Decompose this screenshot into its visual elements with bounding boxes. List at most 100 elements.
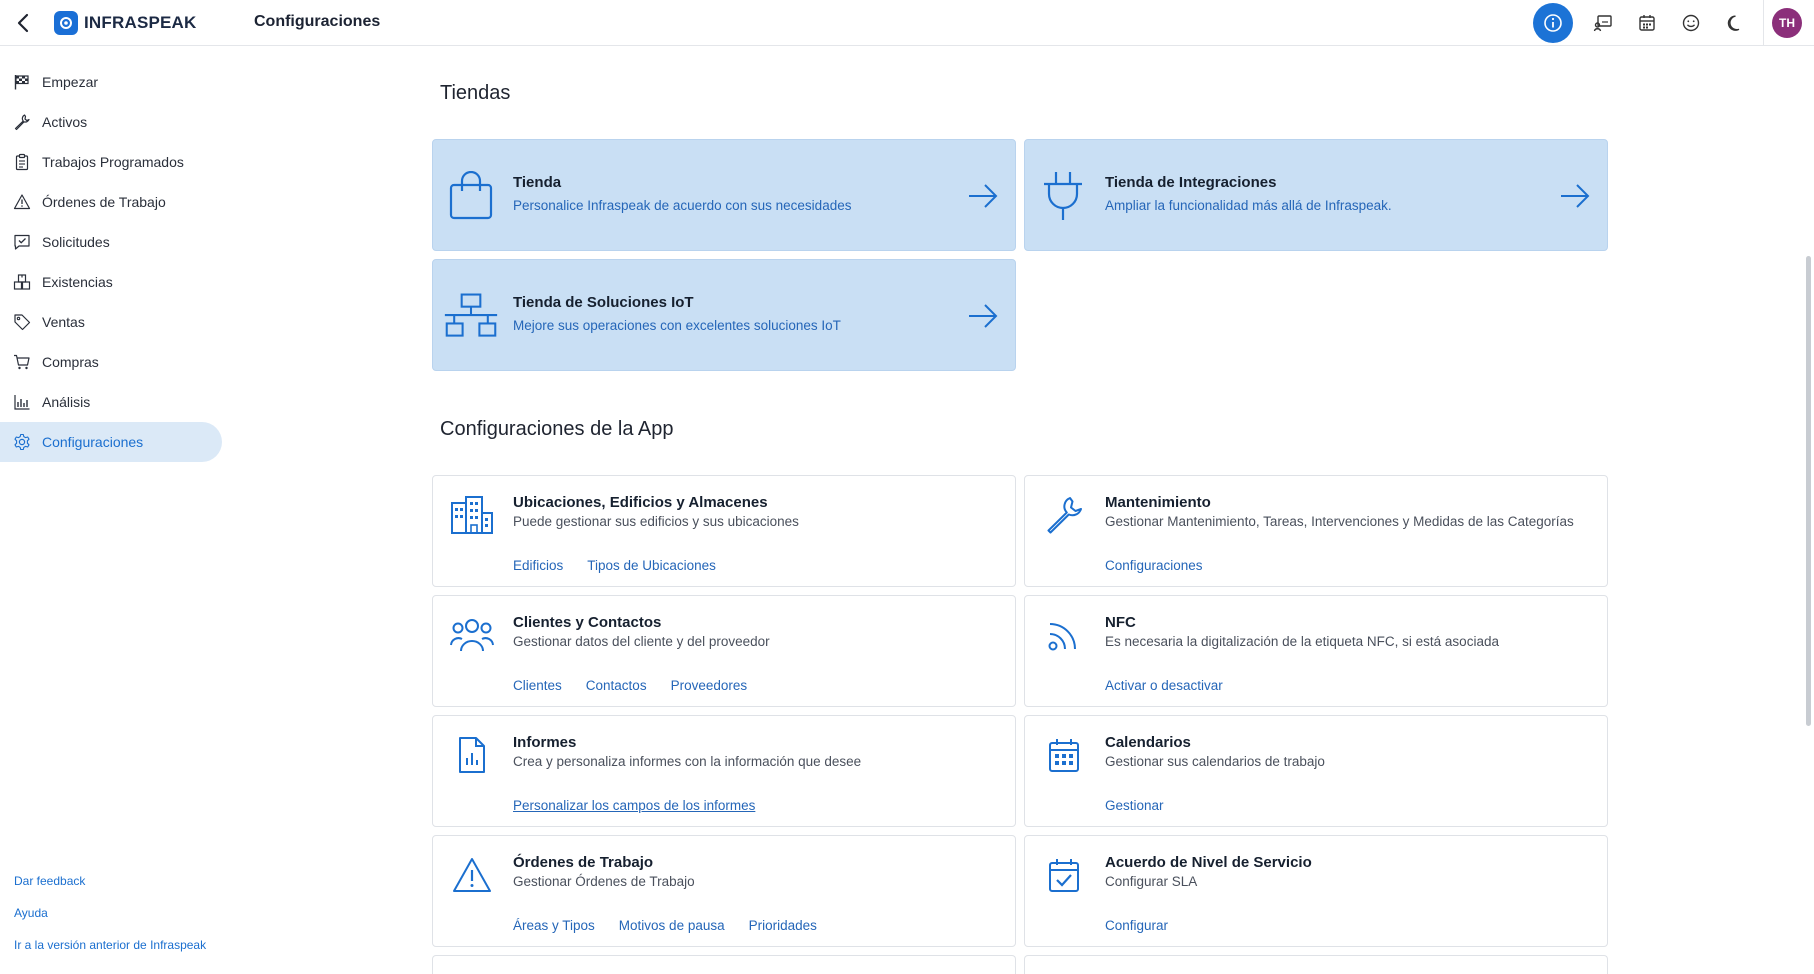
back-arrow-icon[interactable] <box>12 11 36 35</box>
link-tipos-de-ubicaciones[interactable]: Tipos de Ubicaciones <box>587 558 716 573</box>
sidebar-item-analisis[interactable]: Análisis <box>0 382 222 422</box>
settings-card-clients: Clientes y Contactos Gestionar datos del… <box>432 595 1016 707</box>
settings-card-work-orders: Órdenes de Trabajo Gestionar Órdenes de … <box>432 835 1016 947</box>
settings-card-desc: Gestionar sus calendarios de trabajo <box>1105 754 1325 769</box>
app-settings-section-title: Configuraciones de la App <box>440 418 674 440</box>
top-bar: INFRASPEAK Configuraciones TH <box>0 0 1814 46</box>
stores-section-title: Tiendas <box>440 82 511 104</box>
sidebar-item-activos[interactable]: Activos <box>0 102 222 142</box>
sidebar-item-label: Trabajos Programados <box>42 154 184 170</box>
arrow-right-icon <box>967 180 999 212</box>
sidebar-item-ventas[interactable]: Ventas <box>0 302 222 342</box>
settings-card-title: Mantenimiento <box>1105 494 1211 511</box>
sidebar-item-label: Existencias <box>42 274 113 290</box>
settings-card-desc: Gestionar datos del cliente y del provee… <box>513 634 770 649</box>
infraspeak-logo-icon <box>54 11 78 35</box>
buildings-icon <box>449 492 495 538</box>
link-personalizar-campos-informes[interactable]: Personalizar los campos de los informes <box>513 798 755 813</box>
link-contactos[interactable]: Contactos <box>586 678 647 693</box>
link-configuraciones[interactable]: Configuraciones <box>1105 558 1203 573</box>
settings-card-desc: Es necesaria la digitalización de la eti… <box>1105 634 1499 649</box>
calendar-check-icon <box>1041 852 1087 898</box>
sidebar-item-label: Activos <box>42 114 88 130</box>
wrench-icon <box>12 112 32 132</box>
store-card-title: Tienda de Soluciones IoT <box>513 294 694 311</box>
logo[interactable]: INFRASPEAK <box>54 10 197 36</box>
store-card-desc: Mejore sus operaciones con excelentes so… <box>513 318 841 333</box>
help-link[interactable]: Ayuda <box>14 906 48 920</box>
sidebar-item-empezar[interactable]: Empezar <box>0 62 222 102</box>
whiteboard-icon[interactable] <box>1581 0 1625 46</box>
scrollbar-thumb[interactable] <box>1806 256 1811 726</box>
store-card-title: Tienda <box>513 174 562 191</box>
settings-card-desc: Puede gestionar sus edificios y sus ubic… <box>513 514 799 529</box>
flag-icon <box>12 72 32 92</box>
wrench-icon <box>1041 492 1087 538</box>
settings-card-title: Calendarios <box>1105 734 1191 751</box>
calendar-icon[interactable] <box>1625 0 1669 46</box>
link-edificios[interactable]: Edificios <box>513 558 563 573</box>
report-icon <box>449 732 495 778</box>
sidebar-item-label: Configuraciones <box>42 434 144 450</box>
link-proveedores[interactable]: Proveedores <box>671 678 748 693</box>
gear-icon <box>12 432 32 452</box>
link-areas-y-tipos[interactable]: Áreas y Tipos <box>513 918 595 933</box>
link-clientes[interactable]: Clientes <box>513 678 562 693</box>
sidebar-item-label: Análisis <box>42 394 91 410</box>
settings-card-links: Personalizar los campos de los informes <box>513 798 779 813</box>
page-title: Configuraciones <box>254 13 381 30</box>
store-card-title: Tienda de Integraciones <box>1105 174 1277 191</box>
sidebar-item-ordenes-de-trabajo[interactable]: Órdenes de Trabajo <box>0 182 222 222</box>
moon-icon[interactable] <box>1713 0 1757 46</box>
link-configurar[interactable]: Configurar <box>1105 918 1168 933</box>
settings-card-desc: Gestionar Mantenimiento, Tareas, Interve… <box>1105 514 1574 529</box>
vertical-scrollbar[interactable] <box>1802 46 1814 974</box>
smile-icon[interactable] <box>1669 0 1713 46</box>
settings-card-links: Áreas y Tipos Motivos de pausa Prioridad… <box>513 918 841 933</box>
previous-version-link[interactable]: Ir a la versión anterior de Infraspeak <box>14 938 206 952</box>
sidebar-item-trabajos-programados[interactable]: Trabajos Programados <box>0 142 222 182</box>
sidebar: Empezar Activos Trabajos Programados Órd… <box>0 46 232 974</box>
plug-icon <box>1035 168 1091 224</box>
sidebar-item-solicitudes[interactable]: Solicitudes <box>0 222 222 262</box>
shopping-bag-icon <box>443 168 499 224</box>
settings-card-desc: Configurar SLA <box>1105 874 1198 889</box>
settings-card-reports: Informes Crea y personaliza informes con… <box>432 715 1016 827</box>
avatar[interactable]: TH <box>1772 8 1802 38</box>
sidebar-item-existencias[interactable]: Existencias <box>0 262 222 302</box>
settings-card-sla: Acuerdo de Nivel de Servicio Configurar … <box>1024 835 1608 947</box>
settings-card-desc: Crea y personaliza informes con la infor… <box>513 754 862 769</box>
settings-card-title: NFC <box>1105 614 1136 631</box>
chat-check-icon <box>12 232 32 252</box>
store-card-tienda[interactable]: Tienda Personalice Infraspeak de acuerdo… <box>432 139 1016 251</box>
nfc-icon <box>1041 612 1087 658</box>
store-card-iot[interactable]: Tienda de Soluciones IoT Mejore sus oper… <box>432 259 1016 371</box>
calendar-icon <box>1041 732 1087 778</box>
link-activar-o-desactivar[interactable]: Activar o desactivar <box>1105 678 1223 693</box>
link-motivos-de-pausa[interactable]: Motivos de pausa <box>619 918 725 933</box>
settings-card-title: Acuerdo de Nivel de Servicio <box>1105 854 1312 871</box>
sidebar-item-configuraciones[interactable]: Configuraciones <box>0 422 222 462</box>
settings-card-title: Clientes y Contactos <box>513 614 662 631</box>
brand-name: INFRASPEAK <box>84 13 197 32</box>
link-gestionar[interactable]: Gestionar <box>1105 798 1164 813</box>
arrow-right-icon <box>1559 180 1591 212</box>
store-card-desc: Ampliar la funcionalidad más allá de Inf… <box>1105 198 1392 213</box>
settings-card-title: Ubicaciones, Edificios y Almacenes <box>513 494 768 511</box>
arrow-right-icon <box>967 300 999 332</box>
feedback-link[interactable]: Dar feedback <box>14 874 85 888</box>
sidebar-item-label: Ventas <box>42 314 85 330</box>
sidebar-item-compras[interactable]: Compras <box>0 342 222 382</box>
info-icon[interactable] <box>1533 3 1573 43</box>
sidebar-item-label: Compras <box>42 354 99 370</box>
settings-card-links: Configurar <box>1105 918 1192 933</box>
divider <box>1763 0 1764 46</box>
sidebar-item-label: Solicitudes <box>42 234 110 250</box>
settings-card-nfc: NFC Es necesaria la digitalización de la… <box>1024 595 1608 707</box>
settings-card-partial <box>432 955 1016 974</box>
warning-icon <box>12 192 32 212</box>
link-prioridades[interactable]: Prioridades <box>749 918 817 933</box>
settings-card-links: Edificios Tipos de Ubicaciones <box>513 558 740 573</box>
warning-icon <box>449 852 495 898</box>
store-card-integraciones[interactable]: Tienda de Integraciones Ampliar la funci… <box>1024 139 1608 251</box>
